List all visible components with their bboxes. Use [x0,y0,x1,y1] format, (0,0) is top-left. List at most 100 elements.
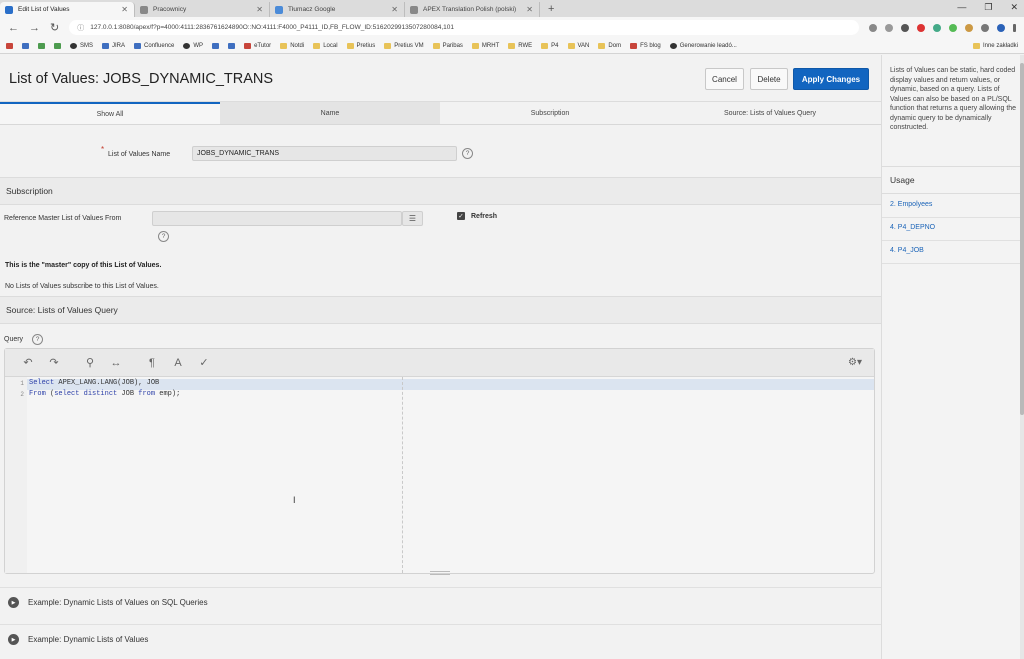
autocomplete-icon[interactable]: A [165,357,191,369]
opera-icon[interactable] [917,23,925,32]
code-line-2[interactable]: From (select distinct JOB from emp); [29,390,180,398]
validate-icon[interactable]: ✓ [191,356,217,369]
code-line-1[interactable]: Select APEX_LANG.LANG(JOB), JOB [29,379,159,387]
browser-tab-label: Edit List of Values [18,6,70,13]
bookmark-fs-blog[interactable]: FS blog [630,42,661,49]
replace-icon[interactable]: ↔ [103,357,129,369]
redo-icon[interactable]: ↷ [41,356,67,369]
new-tab-icon[interactable]: + [548,3,554,15]
usage-link-employees[interactable]: 2. Empolyees [890,201,932,208]
page-header: List of Values: JOBS_DYNAMIC_TRANS Cance… [0,55,881,102]
bookmark-pretius-vm[interactable]: Pretius VM [384,42,424,49]
tab-name[interactable]: Name [220,102,440,124]
bookmark-wp[interactable]: WP [183,42,203,49]
browser-tab-label: Pracownicy [153,6,187,13]
bookmark-sheets[interactable] [54,42,61,49]
bookmark-pretius[interactable]: Pretius [346,42,375,49]
other-bookmarks[interactable]: Inne zakładki [972,42,1018,49]
help-icon[interactable]: ? [462,148,473,159]
scrollbar[interactable] [1020,55,1024,659]
restore-icon[interactable]: ❐ [984,2,992,13]
expand-icon[interactable]: ▶ [8,634,19,645]
bookmark-mrht[interactable]: MRHT [471,42,499,49]
bookmark-outlook[interactable] [228,42,236,49]
bookmark-confluence[interactable]: Confluence [134,42,174,49]
reload-icon[interactable]: ↻ [50,21,59,34]
resize-handle[interactable] [430,571,450,575]
close-tab-icon[interactable]: ✕ [256,5,263,14]
bookmark-notdi[interactable]: Notdi [280,42,304,49]
search-icon[interactable]: ⚲ [77,356,103,369]
bookmark-local[interactable]: Local [313,42,338,49]
tab-subscription[interactable]: Subscription [440,102,660,124]
profile-avatar[interactable] [997,23,1005,32]
line-number: 1 [20,380,24,387]
url-field[interactable]: ⓘ 127.0.0.1:8080/apex/f?p=4000:4111:2836… [69,20,859,35]
close-window-icon[interactable]: ✕ [1010,2,1018,13]
star-icon[interactable] [885,23,893,32]
zoom-icon[interactable] [869,23,877,32]
reference-master-input[interactable] [152,211,402,226]
lov-name-input[interactable]: JOBS_DYNAMIC_TRANS [192,146,457,161]
format-icon[interactable]: ¶ [139,357,165,369]
extension-icon[interactable] [965,23,973,32]
divider [882,240,1021,241]
refresh-checkbox[interactable]: ✓ [457,212,465,220]
close-tab-icon[interactable]: ✕ [526,5,533,14]
minimize-icon[interactable]: — [957,2,966,13]
tab-show-all[interactable]: Show All [0,102,220,124]
translate-favicon-icon [275,5,283,14]
extension-icon[interactable] [901,23,909,32]
close-tab-icon[interactable]: ✕ [391,5,398,14]
extension-icon[interactable] [981,23,989,32]
bookmark-sms[interactable]: SMS [70,42,93,49]
bookmark-twitter[interactable] [212,42,220,49]
required-marker: * [101,145,105,154]
menu-icon[interactable] [1013,23,1016,32]
delete-button[interactable]: Delete [750,68,788,90]
usage-link-p4-depno[interactable]: 4. P4_DEPNO [890,224,935,231]
bookmark-jira[interactable]: JIRA [102,42,125,49]
expand-icon[interactable]: ▶ [8,597,19,608]
bookmark-calendar[interactable] [22,42,29,49]
settings-icon[interactable]: ⚙▾ [848,357,862,368]
example-region-sql[interactable]: ▶ Example: Dynamic Lists of Values on SQ… [0,587,881,617]
bookmark-p4[interactable]: P4 [541,42,559,49]
back-icon[interactable]: ← [8,22,19,34]
forward-icon[interactable]: → [29,22,40,34]
help-icon[interactable]: ? [32,334,43,345]
bookmark-dom[interactable]: Dom [598,42,621,49]
text-cursor-icon: I [293,495,296,505]
browser-tab-label: APEX Translation Polish (polski) [423,6,517,13]
undo-icon[interactable]: ↶ [15,356,41,369]
scrollbar-thumb[interactable] [1020,63,1024,415]
browser-tab-apex-translation[interactable]: APEX Translation Polish (polski) ✕ [405,2,540,17]
query-label: Query [4,336,24,343]
close-tab-icon[interactable]: ✕ [121,5,128,14]
bookmark-paribas[interactable]: Paribas [432,42,463,49]
list-icon[interactable]: ☰ [402,211,423,226]
cancel-button[interactable]: Cancel [705,68,744,90]
address-bar: ← → ↻ ⓘ 127.0.0.1:8080/apex/f?p=4000:411… [0,17,1024,38]
apply-changes-button[interactable]: Apply Changes [793,68,869,90]
code-editor[interactable]: ↶ ↷ ⚲ ↔ ¶ A ✓ ⚙▾ 1 2 Select APEX_LANG.LA… [4,348,875,575]
bookmark-gmail[interactable] [6,42,13,49]
bookmark-etutor[interactable]: eTutor [244,42,271,49]
bookmark-generowanie[interactable]: Generowanie leadó... [669,42,737,49]
bookmark-drive[interactable] [38,42,45,49]
window-controls: — ❐ ✕ [957,2,1018,13]
browser-tab-strip: Edit List of Values ✕ Pracownicy ✕ Tłuma… [0,0,1024,17]
lov-name-label: List of Values Name [108,151,171,158]
browser-tab-translate[interactable]: Tłumacz Google ✕ [270,2,405,17]
bookmark-van[interactable]: VAN [567,42,589,49]
bookmark-rwe[interactable]: RWE [508,42,532,49]
usage-link-p4-job[interactable]: 4. P4_JOB [890,247,924,254]
extension-icon[interactable] [949,23,957,32]
help-icon[interactable]: ? [158,231,169,242]
apex-favicon-icon [5,5,13,14]
browser-tab-edit-lov[interactable]: Edit List of Values ✕ [0,2,135,17]
example-region-dynamic[interactable]: ▶ Example: Dynamic Lists of Values [0,624,881,654]
extension-icon[interactable] [933,23,941,32]
browser-tab-pracownicy[interactable]: Pracownicy ✕ [135,2,270,17]
tab-source[interactable]: Source: Lists of Values Query [660,102,880,124]
